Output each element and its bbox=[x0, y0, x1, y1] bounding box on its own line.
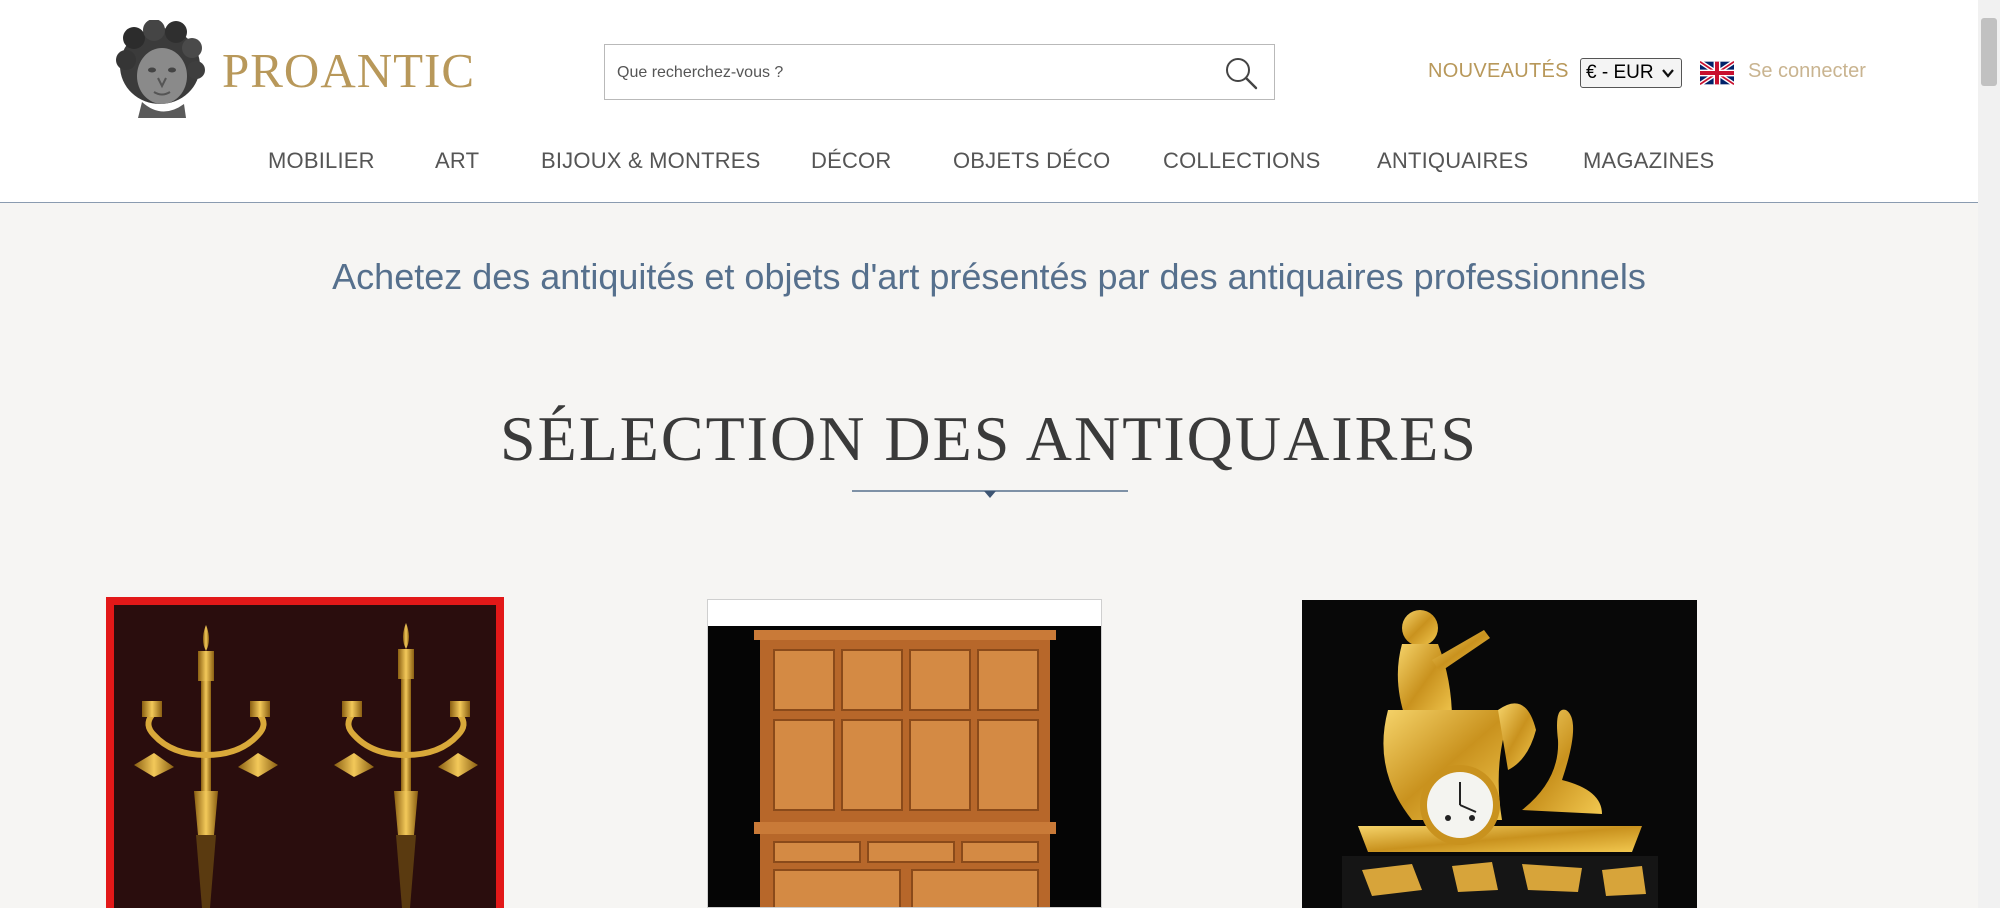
product-image-candelabra bbox=[114, 605, 496, 908]
logo[interactable]: PROANTIC bbox=[112, 20, 475, 120]
section-title: SÉLECTION DES ANTIQUAIRES bbox=[500, 403, 1478, 474]
product-card-candelabra[interactable] bbox=[106, 597, 504, 908]
nav-item-mobilier[interactable]: MOBILIER bbox=[268, 148, 375, 174]
product-card-clock[interactable] bbox=[1302, 600, 1697, 908]
cherub-bust-logo-icon bbox=[116, 20, 205, 118]
uk-flag-icon[interactable] bbox=[1700, 60, 1734, 86]
chevron-down-icon bbox=[1662, 69, 1674, 78]
nav-item-antiquaires[interactable]: ANTIQUAIRES bbox=[1377, 148, 1528, 174]
nav-item-magazines[interactable]: MAGAZINES bbox=[1583, 148, 1714, 174]
scrollbar-thumb[interactable] bbox=[1981, 18, 1997, 86]
tagline: Achetez des antiquités et objets d'art p… bbox=[332, 256, 1646, 297]
nav-item-decor[interactable]: DÉCOR bbox=[811, 148, 891, 174]
search-input[interactable] bbox=[615, 45, 1209, 101]
main-nav: MOBILIER ART BIJOUX & MONTRES DÉCOR OBJE… bbox=[0, 148, 1978, 178]
mantel-clock-image bbox=[1342, 610, 1658, 908]
nav-item-art[interactable]: ART bbox=[435, 148, 479, 174]
product-card-cabinet[interactable] bbox=[707, 599, 1102, 908]
candelabra-pair-image bbox=[134, 623, 478, 908]
product-image-cabinet bbox=[708, 626, 1101, 907]
currency-select[interactable]: € - EUR bbox=[1580, 58, 1682, 88]
search-icon[interactable] bbox=[1222, 54, 1260, 92]
login-link[interactable]: Se connecter bbox=[1748, 60, 1866, 83]
nav-item-objets-deco[interactable]: OBJETS DÉCO bbox=[953, 148, 1110, 174]
pine-cabinet-image bbox=[754, 630, 1056, 907]
title-divider bbox=[852, 490, 1128, 498]
currency-value: € - EUR bbox=[1586, 62, 1654, 83]
page-scrollbar[interactable] bbox=[1978, 0, 2000, 908]
new-arrivals-link[interactable]: NOUVEAUTÉS bbox=[1428, 60, 1569, 83]
search-bar bbox=[604, 44, 1275, 101]
nav-item-bijoux-montres[interactable]: BIJOUX & MONTRES bbox=[541, 148, 761, 174]
brand-name: PROANTIC bbox=[222, 42, 476, 98]
nav-item-collections[interactable]: COLLECTIONS bbox=[1163, 148, 1320, 174]
site-header: PROANTIC NOUVEAUTÉS € - EUR Se connecter… bbox=[0, 0, 1978, 203]
